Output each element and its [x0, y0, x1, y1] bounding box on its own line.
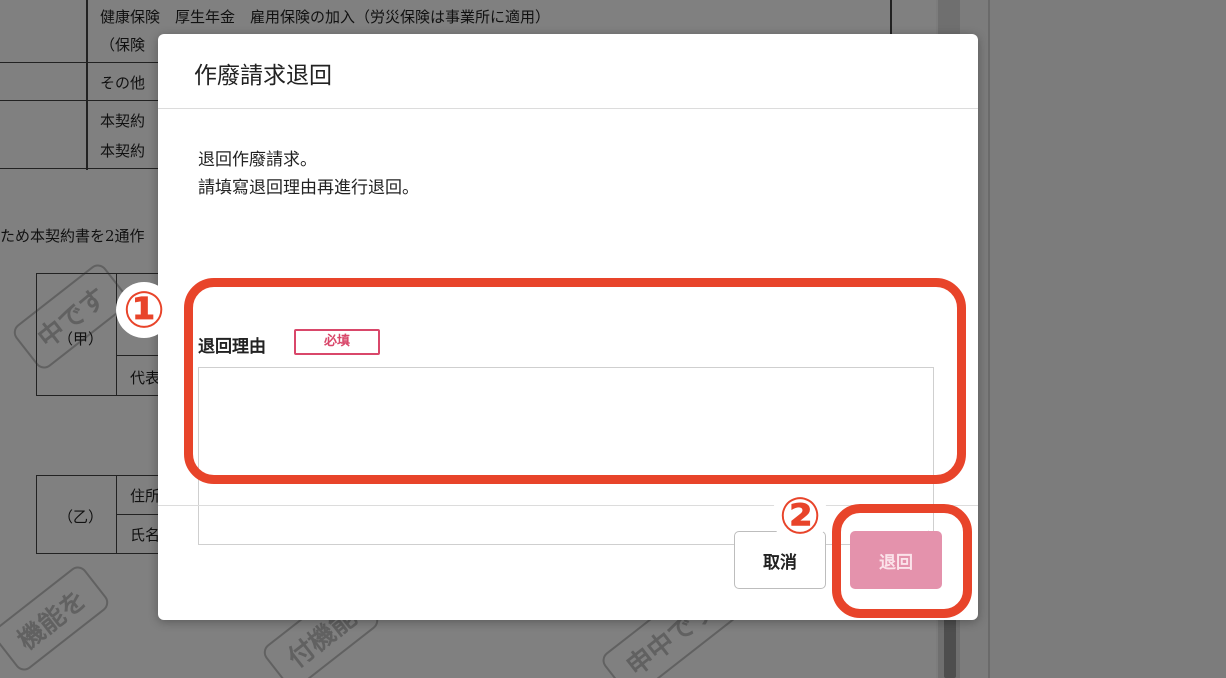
doc-party-b-name: 氏名: [130, 526, 161, 544]
doc-closing-text: ため本契約書を2通作: [0, 227, 145, 245]
dialog-header: 作廢請求退回: [158, 34, 978, 109]
doc-row-4: 本契約: [100, 112, 146, 130]
step-2-marker: ②: [772, 488, 828, 544]
step-1-marker: ①: [116, 282, 172, 338]
doc-party-b-label: （乙）: [58, 508, 104, 526]
pane-divider: [988, 0, 990, 678]
description-line-1: 退回作廢請求。: [198, 150, 317, 170]
dialog-footer: 取消 退回: [158, 505, 978, 621]
doc-row-2: （保険: [100, 36, 146, 54]
description-line-2: 請填寫退回理由再進行退回。: [198, 178, 419, 198]
reason-field-label: 退回理由: [198, 337, 266, 357]
doc-party-a-rep: 代表: [130, 369, 161, 387]
side-panel: [936, 0, 1226, 678]
dialog-title: 作廢請求退回: [194, 63, 332, 89]
doc-row-3: その他: [100, 74, 146, 92]
doc-row-5: 本契約: [100, 142, 146, 160]
doc-party-b-address: 住所: [130, 487, 161, 505]
watermark: 中です: [9, 260, 133, 373]
dialog-description: 退回作廢請求。 請填寫退回理由再進行退回。: [198, 146, 419, 202]
dialog-body: 退回作廢請求。 請填寫退回理由再進行退回。 退回理由 必填: [158, 109, 978, 545]
required-badge: 必填: [294, 329, 380, 355]
watermark: 機能を: [0, 562, 113, 675]
reject-submit-button[interactable]: 退回: [850, 531, 942, 589]
doc-row-1: 健康保険 厚生年金 雇用保険の加入（労災保険は事業所に適用）: [100, 8, 551, 26]
reject-void-request-dialog: 作廢請求退回 退回作廢請求。 請填寫退回理由再進行退回。 退回理由 必填 取消 …: [158, 34, 978, 620]
